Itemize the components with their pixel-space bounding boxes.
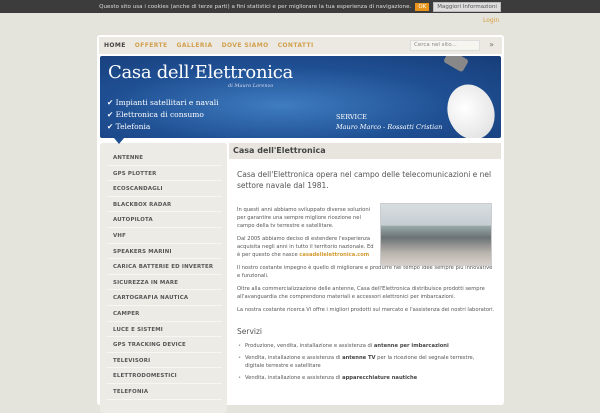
cookie-text: Questo sito usa i cookies (anche di terz…	[99, 3, 412, 10]
cookie-ok-button[interactable]: OK	[415, 2, 430, 11]
service-item: Vendita, installazione e assistenza di a…	[237, 354, 495, 370]
pointer-arrow	[114, 138, 124, 144]
sidebar-item[interactable]: LUCE E SISTEMI	[107, 322, 222, 338]
search-input[interactable]: Cerca nel sito...	[410, 40, 480, 51]
sidebar: ANTENNE GPS PLOTTER ECOSCANDAGLI BLACKBOX R…	[100, 138, 227, 413]
nav-home[interactable]: HOME	[104, 42, 126, 49]
service-text: Vendita, installazione e assistenza di	[245, 355, 343, 361]
nav-dove-siamo[interactable]: DOVE SIAMO	[222, 42, 269, 49]
sidebar-item[interactable]: GPS TRACKING DEVICE	[107, 337, 222, 353]
header-banner: Casa dell’Elettronica di Mauro Lorenzo ✔…	[100, 56, 501, 138]
sidebar-item[interactable]: ELETTRODOMESTICI	[107, 368, 222, 384]
paragraph: Il nostro costante impegno è quello di m…	[237, 265, 493, 279]
nav-galleria[interactable]: GALLERIA	[177, 42, 213, 49]
paragraph: La nostra costante ricerca Vi offre i mi…	[237, 307, 495, 313]
sidebar-item[interactable]: CARTOGRAFIA NAUTICA	[107, 290, 222, 306]
service-label: SERVICE	[336, 113, 367, 121]
sidebar-item[interactable]: ANTENNE	[107, 150, 222, 166]
service-highlight: antenne TV	[342, 355, 376, 361]
site-link[interactable]: casadellelettronica.com	[299, 252, 369, 258]
login-link[interactable]: Login	[483, 17, 499, 24]
check-icon: ✔	[107, 98, 116, 107]
main-content: Casa dell'Elettronica opera nel campo de…	[237, 169, 495, 386]
sidebar-item[interactable]: CAMPER	[107, 306, 222, 322]
satellite-dish-image	[439, 77, 501, 138]
sidebar-item[interactable]: BLACKBOX RADAR	[107, 197, 222, 213]
search-button[interactable]: »	[489, 40, 494, 49]
check-icon: ✔	[107, 110, 116, 119]
site-title: Casa dell’Elettronica	[108, 62, 293, 83]
bullet-text: Impianti satellitari e navali	[115, 98, 219, 107]
sidebar-item[interactable]: TELEVISORI	[107, 353, 222, 369]
sidebar-item[interactable]: GPS PLOTTER	[107, 166, 222, 182]
service-item: Vendita, installazione e assistenza di a…	[237, 374, 495, 382]
sidebar-item[interactable]: ECOSCANDAGLI	[107, 181, 222, 197]
main-nav: HOME OFFERTE GALLERIA DOVE SIAMO CONTATT…	[99, 37, 502, 54]
banner-bullet: ✔ Elettronica di consumo	[107, 110, 204, 119]
banner-bullet: ✔ Telefonia	[107, 122, 150, 131]
lead-paragraph: Casa dell'Elettronica opera nel campo de…	[237, 170, 492, 190]
service-item: Produzione, vendita, installazione e ass…	[237, 342, 495, 350]
page-container: HOME OFFERTE GALLERIA DOVE SIAMO CONTATT…	[97, 35, 504, 413]
service-text: Vendita, installazione e assistenza di	[245, 375, 343, 381]
service-highlight: apparecchiature nautiche	[342, 375, 418, 381]
nav-offerte[interactable]: OFFERTE	[135, 42, 168, 49]
sidebar-item[interactable]: TELEFONIA	[107, 384, 222, 400]
service-highlight: antenne per imbarcazioni	[373, 343, 449, 349]
sidebar-item[interactable]: SICUREZZA IN MARE	[107, 275, 222, 291]
cookie-bar: Questo sito usa i cookies (anche di terz…	[0, 0, 600, 13]
sidebar-item[interactable]: AUTOPILOTA	[107, 212, 222, 228]
paragraph: Dal 2005 abbiamo deciso di estendere l'e…	[237, 235, 377, 259]
banner-bullet: ✔ Impianti satellitari e navali	[107, 98, 219, 107]
store-photo	[380, 203, 492, 266]
bullet-text: Elettronica di consumo	[115, 110, 204, 119]
cookie-more-info-button[interactable]: Maggiori Informazioni	[433, 1, 501, 12]
lnb-image	[442, 56, 470, 73]
nav-contatti[interactable]: CONTATTI	[278, 42, 314, 49]
site-subtitle: di Mauro Lorenzo	[228, 83, 274, 89]
sidebar-item[interactable]: SPEAKERS MARINI	[107, 244, 222, 260]
service-names: Mauro Marco - Rossatti Cristian	[336, 123, 443, 131]
service-text: Produzione, vendita, installazione e ass…	[245, 343, 374, 349]
paragraph: In questi anni abbiamo sviluppato divers…	[237, 207, 371, 229]
check-icon: ✔	[107, 122, 116, 131]
services-title: Servizi	[237, 327, 263, 336]
paragraph: Oltre alla commercializzazione delle ant…	[237, 286, 485, 300]
bullet-text: Telefonia	[115, 122, 151, 131]
sidebar-item[interactable]: VHF	[107, 228, 222, 244]
sidebar-item[interactable]: CARICA BATTERIE ED INVERTER	[107, 259, 222, 275]
content-heading: Casa dell'Elettronica	[229, 143, 501, 159]
